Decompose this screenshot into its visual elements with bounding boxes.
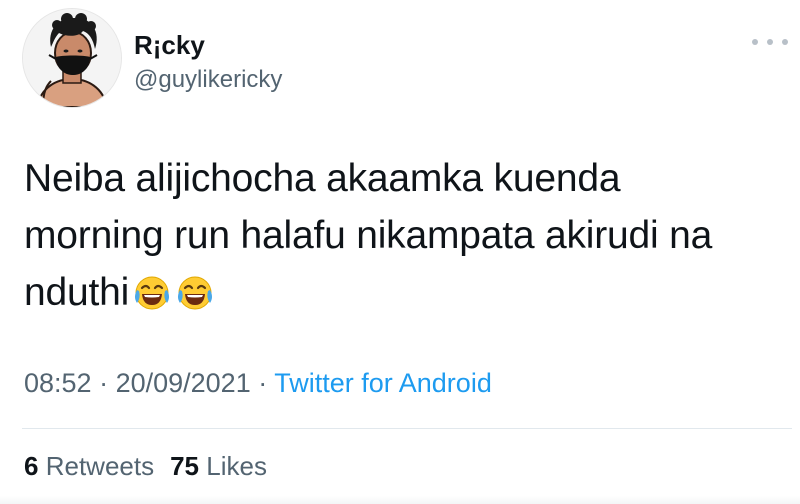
avatar[interactable]	[22, 8, 122, 108]
likes-stat[interactable]: 75 Likes	[170, 451, 267, 481]
face-with-tears-of-joy-icon	[135, 276, 170, 310]
retweets-label: Retweets	[45, 451, 155, 481]
separator: ·	[250, 368, 275, 398]
separator: ·	[91, 368, 116, 398]
tweet-text: Neiba alijichocha akaamka kuenda morning…	[24, 150, 784, 321]
tweet-metadata: 08:52 · 20/09/2021 · Twitter for Android	[24, 368, 492, 399]
tweet-text-line: Neiba alijichocha akaamka kuenda	[24, 157, 621, 200]
dot-icon	[767, 39, 773, 45]
more-options-icon[interactable]	[752, 32, 788, 52]
avatar-illustration-icon	[23, 9, 121, 107]
tweet-time[interactable]: 08:52	[24, 368, 92, 398]
face-with-tears-of-joy-icon	[178, 276, 213, 310]
source-link[interactable]: Twitter for Android	[274, 368, 492, 398]
bottom-edge	[0, 496, 800, 504]
divider	[22, 428, 792, 429]
dot-icon	[782, 39, 788, 45]
author-name[interactable]: R¡cky	[134, 30, 205, 61]
author-handle[interactable]: @guylikericky	[134, 66, 282, 94]
tweet-card: R¡cky @guylikericky Neiba alijichocha ak…	[0, 0, 800, 504]
engagement-stats: 6 Retweets 75 Likes	[24, 451, 267, 482]
retweets-stat[interactable]: 6 Retweets	[24, 451, 154, 481]
retweets-count: 6	[24, 451, 39, 481]
tweet-text-line: nduthi	[24, 264, 784, 321]
tweet-text-line: morning run halafu nikampata akirudi na	[24, 214, 713, 257]
dot-icon	[752, 39, 758, 45]
tweet-text-fragment: nduthi	[24, 271, 130, 314]
tweet-date[interactable]: 20/09/2021	[116, 368, 251, 398]
likes-label: Likes	[206, 451, 267, 481]
likes-count: 75	[170, 451, 200, 481]
